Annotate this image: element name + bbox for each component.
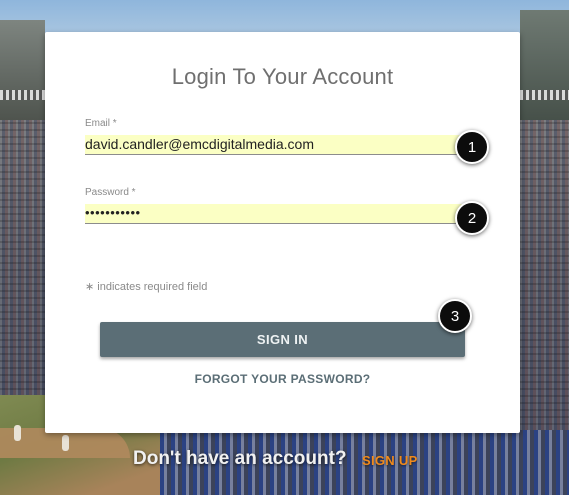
stadium-lights-left xyxy=(0,90,45,100)
email-field[interactable]: david.candler@emcdigitalmedia.com xyxy=(85,135,477,155)
stadium-building-left xyxy=(0,20,45,130)
password-field[interactable]: ••••••••••• xyxy=(85,204,477,224)
login-card: Login To Your Account Email * david.cand… xyxy=(45,32,520,433)
sign-in-label: SIGN IN xyxy=(256,332,309,347)
step-badge-1: 1 xyxy=(455,130,489,164)
no-account-text: Don't have an account? xyxy=(133,448,347,469)
step-badge-3: 3 xyxy=(438,299,472,333)
stadium-lights-right xyxy=(520,90,569,100)
sign-in-button[interactable]: SIGN IN xyxy=(100,322,465,357)
page-title: Login To Your Account xyxy=(171,64,394,89)
player-figure xyxy=(14,425,21,441)
forgot-password-link[interactable]: FORGOT YOUR PASSWORD? xyxy=(45,372,520,386)
player-figure xyxy=(62,435,69,451)
sign-up-link[interactable]: SIGN UP xyxy=(362,453,418,468)
email-label: Email * xyxy=(85,118,117,129)
password-label: Password * xyxy=(85,187,136,198)
required-field-note: ∗ indicates required field xyxy=(85,281,208,293)
step-badge-2: 2 xyxy=(455,201,489,235)
